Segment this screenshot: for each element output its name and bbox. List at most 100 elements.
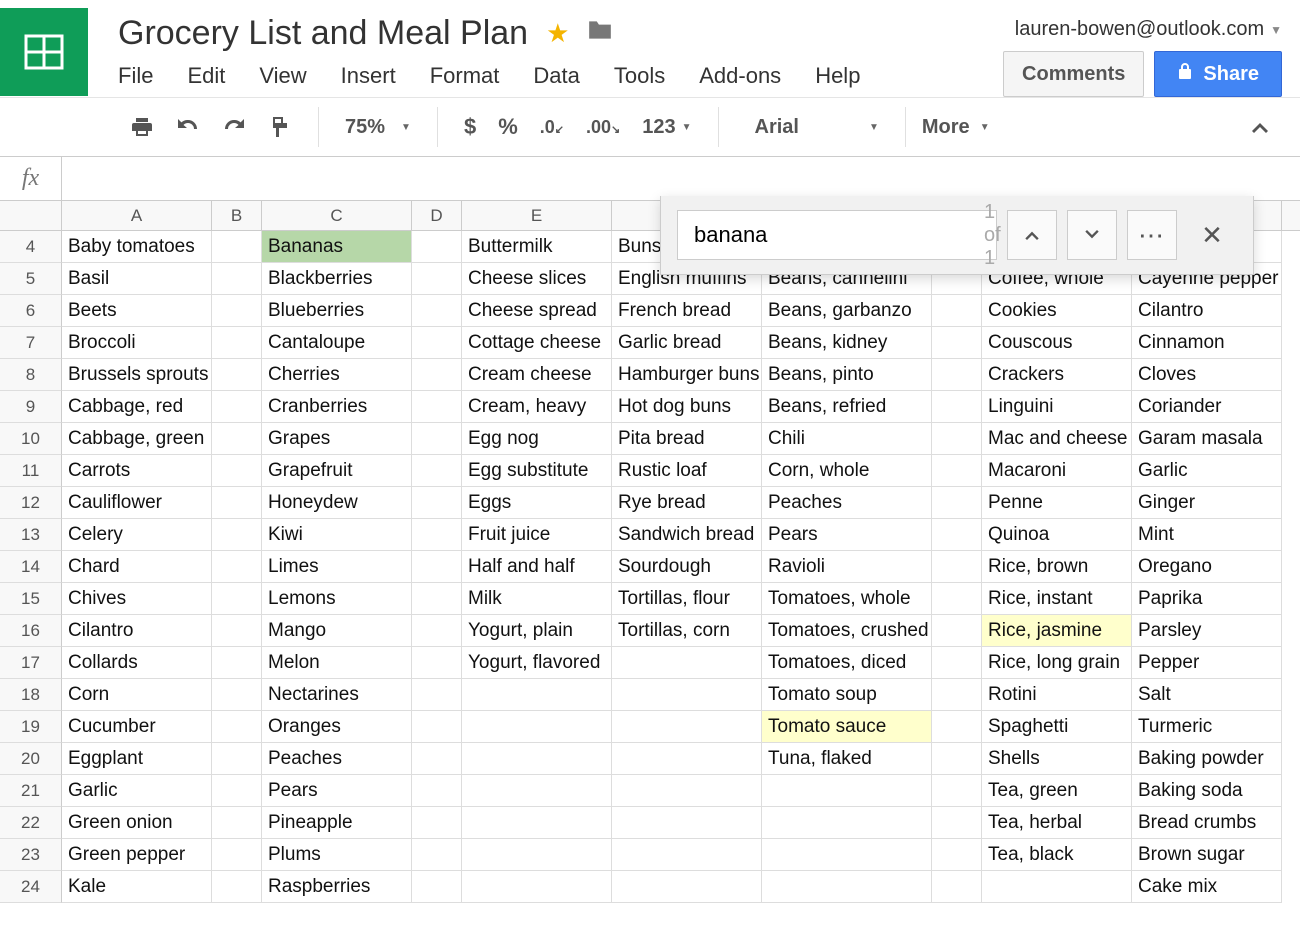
menu-tools[interactable]: Tools [614,63,665,89]
cell-H8[interactable] [932,359,982,391]
cell-E11[interactable]: Egg substitute [462,455,612,487]
cell-G9[interactable]: Beans, refried [762,391,932,423]
cell-H17[interactable] [932,647,982,679]
cell-I23[interactable]: Tea, black [982,839,1132,871]
cell-F22[interactable] [612,807,762,839]
cell-I19[interactable]: Spaghetti [982,711,1132,743]
sheets-logo[interactable] [0,8,88,96]
row-header-7[interactable]: 7 [0,327,62,359]
cell-G10[interactable]: Chili [762,423,932,455]
cell-G16[interactable]: Tomatoes, crushed [762,615,932,647]
cell-A23[interactable]: Green pepper [62,839,212,871]
menu-data[interactable]: Data [533,63,579,89]
cell-B23[interactable] [212,839,262,871]
cell-A13[interactable]: Celery [62,519,212,551]
cell-H16[interactable] [932,615,982,647]
cell-G21[interactable] [762,775,932,807]
cell-F15[interactable]: Tortillas, flour [612,583,762,615]
cell-G20[interactable]: Tuna, flaked [762,743,932,775]
cell-A4[interactable]: Baby tomatoes [62,231,212,263]
cell-H22[interactable] [932,807,982,839]
cell-D17[interactable] [412,647,462,679]
cell-B21[interactable] [212,775,262,807]
cell-F19[interactable] [612,711,762,743]
cell-A20[interactable]: Eggplant [62,743,212,775]
cell-I11[interactable]: Macaroni [982,455,1132,487]
cell-F13[interactable]: Sandwich bread [612,519,762,551]
cell-D16[interactable] [412,615,462,647]
row-header-20[interactable]: 20 [0,743,62,775]
cell-G14[interactable]: Ravioli [762,551,932,583]
cell-B17[interactable] [212,647,262,679]
cell-C16[interactable]: Mango [262,615,412,647]
cell-J17[interactable]: Pepper [1132,647,1282,679]
cell-A15[interactable]: Chives [62,583,212,615]
cell-J6[interactable]: Cilantro [1132,295,1282,327]
row-header-10[interactable]: 10 [0,423,62,455]
cell-J9[interactable]: Coriander [1132,391,1282,423]
increase-decimal-button[interactable]: .00↘ [586,117,620,138]
cell-I14[interactable]: Rice, brown [982,551,1132,583]
find-prev-button[interactable] [1007,210,1057,260]
cell-E4[interactable]: Buttermilk [462,231,612,263]
cell-D22[interactable] [412,807,462,839]
cell-I7[interactable]: Couscous [982,327,1132,359]
cell-E7[interactable]: Cottage cheese [462,327,612,359]
cell-A17[interactable]: Collards [62,647,212,679]
cell-H23[interactable] [932,839,982,871]
cell-G22[interactable] [762,807,932,839]
cell-D7[interactable] [412,327,462,359]
cell-I24[interactable] [982,871,1132,903]
cell-E12[interactable]: Eggs [462,487,612,519]
cell-E5[interactable]: Cheese slices [462,263,612,295]
cell-F16[interactable]: Tortillas, corn [612,615,762,647]
star-icon[interactable]: ★ [546,18,569,49]
cell-J22[interactable]: Bread crumbs [1132,807,1282,839]
cell-B20[interactable] [212,743,262,775]
cell-A10[interactable]: Cabbage, green [62,423,212,455]
row-header-13[interactable]: 13 [0,519,62,551]
find-next-button[interactable] [1067,210,1117,260]
font-select[interactable]: Arial ▼ [745,116,879,139]
cell-D13[interactable] [412,519,462,551]
cell-B6[interactable] [212,295,262,327]
cell-C9[interactable]: Cranberries [262,391,412,423]
cell-B14[interactable] [212,551,262,583]
menu-insert[interactable]: Insert [341,63,396,89]
cell-D6[interactable] [412,295,462,327]
col-header-B[interactable]: B [212,201,262,230]
cell-G19[interactable]: Tomato sauce [762,711,932,743]
cell-D9[interactable] [412,391,462,423]
cell-E24[interactable] [462,871,612,903]
cell-H6[interactable] [932,295,982,327]
cell-I18[interactable]: Rotini [982,679,1132,711]
cell-F8[interactable]: Hamburger buns [612,359,762,391]
cell-H10[interactable] [932,423,982,455]
cell-F10[interactable]: Pita bread [612,423,762,455]
cell-D20[interactable] [412,743,462,775]
cell-G18[interactable]: Tomato soup [762,679,932,711]
cell-G15[interactable]: Tomatoes, whole [762,583,932,615]
row-header-8[interactable]: 8 [0,359,62,391]
row-header-19[interactable]: 19 [0,711,62,743]
row-header-12[interactable]: 12 [0,487,62,519]
cell-E17[interactable]: Yogurt, flavored [462,647,612,679]
share-button[interactable]: Share [1154,51,1282,97]
cell-G24[interactable] [762,871,932,903]
cell-C10[interactable]: Grapes [262,423,412,455]
cell-D12[interactable] [412,487,462,519]
cell-F6[interactable]: French bread [612,295,762,327]
select-all-corner[interactable] [0,201,62,230]
cell-D8[interactable] [412,359,462,391]
cell-J16[interactable]: Parsley [1132,615,1282,647]
cell-D15[interactable] [412,583,462,615]
cell-B11[interactable] [212,455,262,487]
col-header-C[interactable]: C [262,201,412,230]
cell-H9[interactable] [932,391,982,423]
cell-C23[interactable]: Plums [262,839,412,871]
cell-H14[interactable] [932,551,982,583]
cell-D11[interactable] [412,455,462,487]
cell-D19[interactable] [412,711,462,743]
col-header-A[interactable]: A [62,201,212,230]
cell-H12[interactable] [932,487,982,519]
